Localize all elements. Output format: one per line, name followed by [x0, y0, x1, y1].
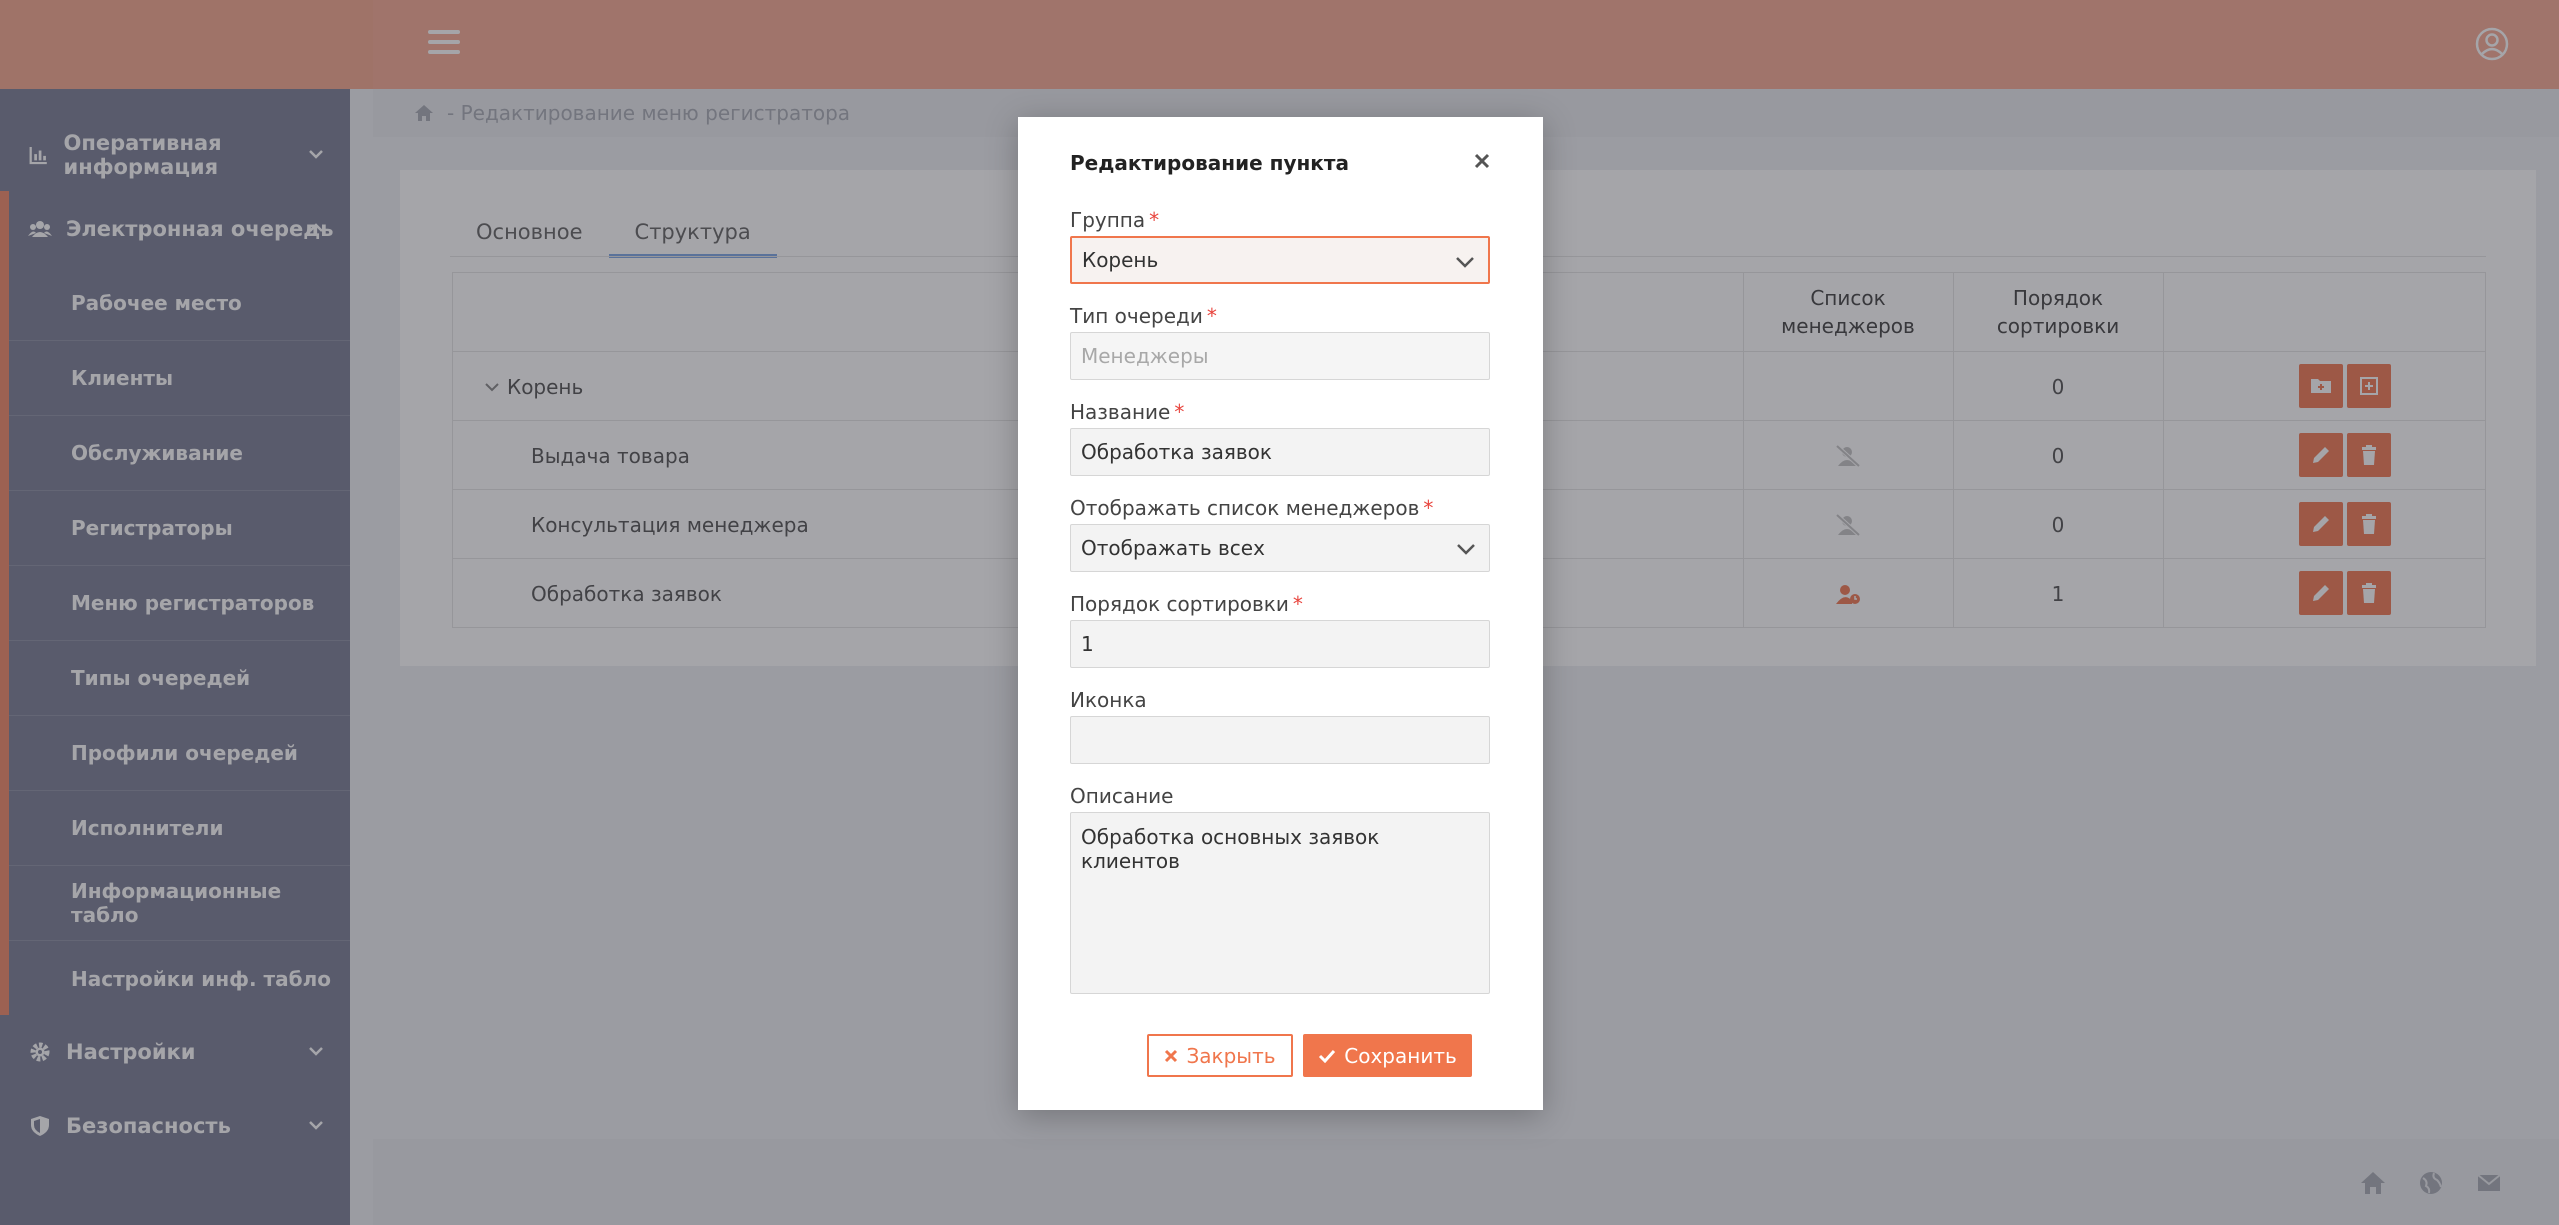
- group-select[interactable]: Корень: [1070, 236, 1490, 284]
- group-label: Группа *: [1070, 208, 1159, 232]
- show-managers-select[interactable]: Отображать всех: [1070, 524, 1490, 572]
- required-mark: *: [1206, 304, 1217, 328]
- close-icon: [1165, 1049, 1178, 1062]
- required-mark: *: [1292, 592, 1303, 616]
- name-input-value: Обработка заявок: [1081, 440, 1272, 464]
- group-label-text: Группа: [1070, 208, 1146, 232]
- save-button-label: Сохранить: [1344, 1043, 1457, 1068]
- sort-order-value: 1: [1081, 632, 1094, 656]
- close-icon[interactable]: [1470, 149, 1494, 173]
- icon-input[interactable]: [1070, 716, 1490, 764]
- group-select-value: Корень: [1082, 248, 1159, 272]
- name-label-text: Название: [1070, 400, 1171, 424]
- edit-item-dialog: Редактирование пункта Группа * Корень Тип…: [1018, 117, 1543, 1110]
- description-value: Обработка основных заявок клиентов: [1081, 825, 1380, 873]
- chevron-down-icon: [1457, 544, 1475, 555]
- description-label-text: Описание: [1070, 784, 1174, 808]
- queue-type-field[interactable]: Менеджеры: [1070, 332, 1490, 380]
- sort-order-label-text: Порядок сортировки: [1070, 592, 1289, 616]
- queue-type-label-text: Тип очереди: [1070, 304, 1203, 328]
- dialog-title: Редактирование пункта: [1070, 151, 1349, 175]
- chevron-down-icon: [1456, 257, 1474, 268]
- queue-type-label: Тип очереди *: [1070, 304, 1217, 328]
- icon-label-text: Иконка: [1070, 688, 1147, 712]
- show-managers-label: Отображать список менеджеров *: [1070, 496, 1433, 520]
- name-label: Название *: [1070, 400, 1184, 424]
- sort-order-input[interactable]: 1: [1070, 620, 1490, 668]
- required-mark: *: [1174, 400, 1185, 424]
- queue-type-placeholder: Менеджеры: [1081, 344, 1209, 368]
- check-icon: [1319, 1049, 1336, 1063]
- icon-label: Иконка: [1070, 688, 1147, 712]
- required-mark: *: [1149, 208, 1160, 232]
- required-mark: *: [1423, 496, 1434, 520]
- close-button[interactable]: Закрыть: [1147, 1034, 1293, 1077]
- save-button[interactable]: Сохранить: [1303, 1034, 1472, 1077]
- description-textarea[interactable]: Обработка основных заявок клиентов: [1070, 812, 1490, 994]
- show-managers-value: Отображать всех: [1081, 536, 1265, 560]
- sort-order-label: Порядок сортировки *: [1070, 592, 1303, 616]
- show-managers-label-text: Отображать список менеджеров: [1070, 496, 1420, 520]
- description-label: Описание: [1070, 784, 1173, 808]
- name-input[interactable]: Обработка заявок: [1070, 428, 1490, 476]
- close-button-label: Закрыть: [1186, 1043, 1276, 1068]
